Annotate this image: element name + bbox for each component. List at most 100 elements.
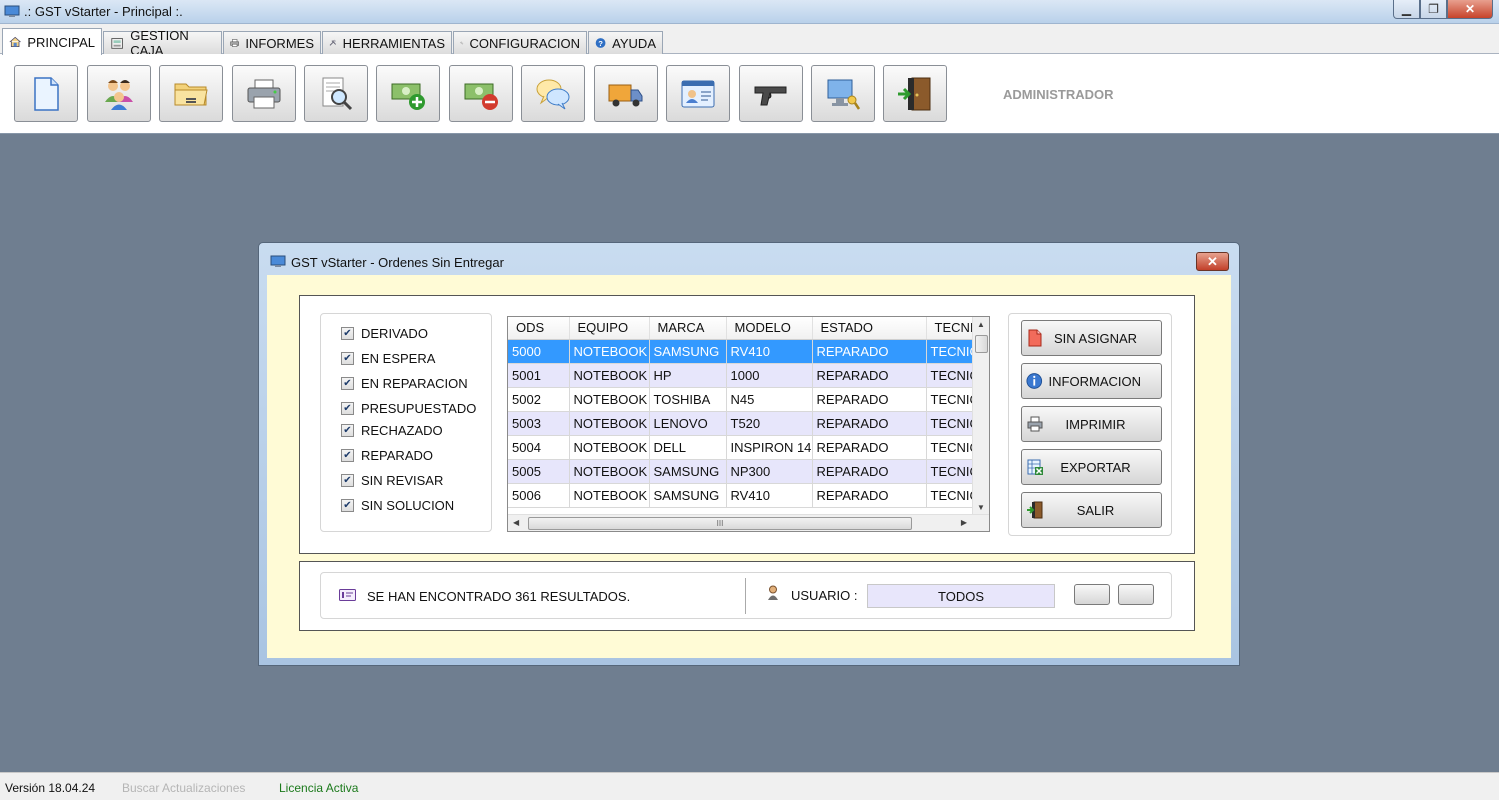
checkbox-icon: ✔ bbox=[341, 402, 354, 415]
cell-ods: 5003 bbox=[508, 411, 570, 436]
dialog-title: GST vStarter - Ordenes Sin Entregar bbox=[291, 255, 504, 270]
status-filter-panel: ✔ DERIVADO ✔ EN ESPERA ✔ EN REPARACION ✔ PRE… bbox=[320, 313, 492, 532]
table-row[interactable]: 5000 NOTEBOOK SAMSUNG RV410 REPARADO TECNIC bbox=[508, 339, 980, 364]
filter-en-espera[interactable]: ✔ EN ESPERA bbox=[341, 351, 435, 366]
tab-herramientas[interactable]: HERRAMIENTAS bbox=[322, 31, 452, 54]
filter-en-reparacion[interactable]: ✔ EN REPARACION bbox=[341, 376, 468, 391]
scroll-down-icon[interactable]: ▼ bbox=[977, 503, 985, 512]
cell-estado: REPARADO bbox=[812, 339, 927, 364]
cell-ods: 5005 bbox=[508, 459, 570, 484]
close-window-button[interactable]: ✕ bbox=[1447, 0, 1493, 19]
table-row[interactable]: 5001 NOTEBOOK HP 1000 REPARADO TECNIC bbox=[508, 363, 980, 388]
scroll-up-icon[interactable]: ▲ bbox=[977, 320, 985, 329]
cell-marca: LENOVO bbox=[649, 411, 727, 436]
user-filter-label: USUARIO : bbox=[791, 588, 858, 603]
informacion-button[interactable]: INFORMACION bbox=[1021, 363, 1162, 399]
home-icon bbox=[9, 36, 21, 48]
license-status: Licencia Activa bbox=[279, 781, 359, 795]
scroll-left-icon[interactable]: ◀ bbox=[513, 518, 519, 527]
chat-icon bbox=[536, 79, 570, 109]
user-icon bbox=[768, 585, 778, 600]
cell-ods: 5000 bbox=[508, 339, 570, 364]
cell-ods: 5004 bbox=[508, 435, 570, 460]
employees-button[interactable] bbox=[666, 65, 730, 122]
user-filter-field[interactable]: TODOS bbox=[867, 584, 1055, 608]
settings-icon bbox=[460, 41, 464, 45]
dialog-close-button[interactable]: ✕ bbox=[1196, 252, 1229, 271]
tab-label: HERRAMIENTAS bbox=[342, 35, 445, 51]
table-row[interactable]: 5005 NOTEBOOK SAMSUNG NP300 REPARADO TECNIC bbox=[508, 459, 980, 484]
tab-principal[interactable]: PRINCIPAL bbox=[2, 28, 102, 55]
print-button[interactable] bbox=[232, 65, 296, 122]
restore-button[interactable]: ❐ bbox=[1420, 0, 1447, 19]
table-row[interactable]: 5006 NOTEBOOK SAMSUNG RV410 REPARADO TECNIC bbox=[508, 483, 980, 508]
close-icon: ✕ bbox=[1207, 253, 1218, 269]
grid-vertical-scrollbar[interactable]: ▲ ▼ bbox=[972, 317, 989, 515]
table-row[interactable]: 5003 NOTEBOOK LENOVO T520 REPARADO TECNIC bbox=[508, 411, 980, 436]
new-order-button[interactable] bbox=[14, 65, 78, 122]
filter-derivado[interactable]: ✔ DERIVADO bbox=[341, 326, 428, 341]
search-order-button[interactable] bbox=[304, 65, 368, 122]
column-header-modelo[interactable]: MODELO bbox=[726, 317, 813, 340]
tab-informes[interactable]: INFORMES bbox=[223, 31, 321, 54]
open-folder-icon bbox=[174, 83, 208, 105]
checkbox-icon: ✔ bbox=[341, 474, 354, 487]
filter-presupuestado[interactable]: ✔ PRESUPUESTADO bbox=[341, 401, 476, 416]
clients-button[interactable] bbox=[87, 65, 151, 122]
cell-ods: 5002 bbox=[508, 387, 570, 412]
info-icon bbox=[1026, 373, 1043, 389]
cell-estado: REPARADO bbox=[812, 411, 927, 436]
user-filter-button-1[interactable] bbox=[1074, 584, 1110, 605]
checkbox-icon: ✔ bbox=[341, 327, 354, 340]
table-row[interactable]: 5002 NOTEBOOK TOSHIBA N45 REPARADO TECNIC bbox=[508, 387, 980, 412]
orders-grid[interactable]: ODS EQUIPO MARCA MODELO ESTADO TECNI 500… bbox=[507, 316, 990, 532]
column-header-estado[interactable]: ESTADO bbox=[812, 317, 927, 340]
tools-button[interactable] bbox=[739, 65, 803, 122]
orders-table: ODS EQUIPO MARCA MODELO ESTADO TECNI 500… bbox=[508, 317, 980, 508]
window-titlebar: .: GST vStarter - Principal :. ▁ ❐ ✕ bbox=[0, 0, 1499, 24]
printer-icon bbox=[1027, 416, 1043, 432]
column-header-marca[interactable]: MARCA bbox=[649, 317, 727, 340]
exit-button[interactable] bbox=[883, 65, 947, 122]
deliveries-button[interactable] bbox=[594, 65, 658, 122]
scroll-grip: III bbox=[716, 519, 724, 528]
column-header-ods[interactable]: ODS bbox=[508, 317, 570, 340]
filter-sin-solucion[interactable]: ✔ SIN SOLUCION bbox=[341, 498, 454, 513]
sin-asignar-button[interactable]: SIN ASIGNAR bbox=[1021, 320, 1162, 356]
app-monitor-icon bbox=[4, 5, 20, 17]
open-orders-button[interactable] bbox=[159, 65, 223, 122]
messages-button[interactable] bbox=[521, 65, 585, 122]
close-icon: ✕ bbox=[1464, 2, 1476, 16]
remote-support-button[interactable] bbox=[811, 65, 875, 122]
cash-out-button[interactable] bbox=[449, 65, 513, 122]
scroll-thumb[interactable]: III bbox=[528, 517, 912, 530]
imprimir-button[interactable]: IMPRIMIR bbox=[1021, 406, 1162, 442]
scroll-thumb[interactable] bbox=[975, 335, 988, 353]
check-updates-link[interactable]: Buscar Actualizaciones bbox=[122, 781, 245, 795]
cash-register-icon bbox=[111, 38, 123, 49]
filter-sin-revisar[interactable]: ✔ SIN REVISAR bbox=[341, 473, 443, 488]
table-row[interactable]: 5004 NOTEBOOK DELL INSPIRON 14 REPARADO TECNI… bbox=[508, 435, 980, 460]
main-toolbar: ADMINISTRADOR bbox=[0, 54, 1499, 134]
column-header-equipo[interactable]: EQUIPO bbox=[569, 317, 650, 340]
salir-button[interactable]: SALIR bbox=[1021, 492, 1162, 528]
filter-rechazado[interactable]: ✔ RECHAZADO bbox=[341, 423, 443, 438]
tab-gestion-caja[interactable]: GESTION CAJA bbox=[103, 28, 222, 58]
checkbox-icon: ✔ bbox=[341, 449, 354, 462]
scroll-right-icon[interactable]: ▶ bbox=[961, 518, 967, 527]
cell-estado: REPARADO bbox=[812, 363, 927, 388]
user-filter-button-2[interactable] bbox=[1118, 584, 1154, 605]
tab-label: PRINCIPAL bbox=[27, 34, 95, 50]
dialog-body: ✔ DERIVADO ✔ EN ESPERA ✔ EN REPARACION ✔ PRE… bbox=[267, 275, 1231, 658]
table-header-row: ODS EQUIPO MARCA MODELO ESTADO TECNI bbox=[508, 317, 980, 340]
filter-reparado[interactable]: ✔ REPARADO bbox=[341, 448, 433, 463]
id-card-icon bbox=[681, 80, 715, 107]
cash-in-button[interactable] bbox=[376, 65, 440, 122]
tab-configuracion[interactable]: CONFIGURACION bbox=[453, 31, 587, 54]
cell-equipo: NOTEBOOK bbox=[569, 387, 650, 412]
exportar-button[interactable]: EXPORTAR bbox=[1021, 449, 1162, 485]
restore-icon: ❐ bbox=[1428, 2, 1439, 16]
grid-horizontal-scrollbar[interactable]: ◀ III ▶ bbox=[508, 514, 989, 531]
minimize-button[interactable]: ▁ bbox=[1393, 0, 1420, 19]
tab-ayuda[interactable]: ? AYUDA bbox=[588, 31, 663, 54]
